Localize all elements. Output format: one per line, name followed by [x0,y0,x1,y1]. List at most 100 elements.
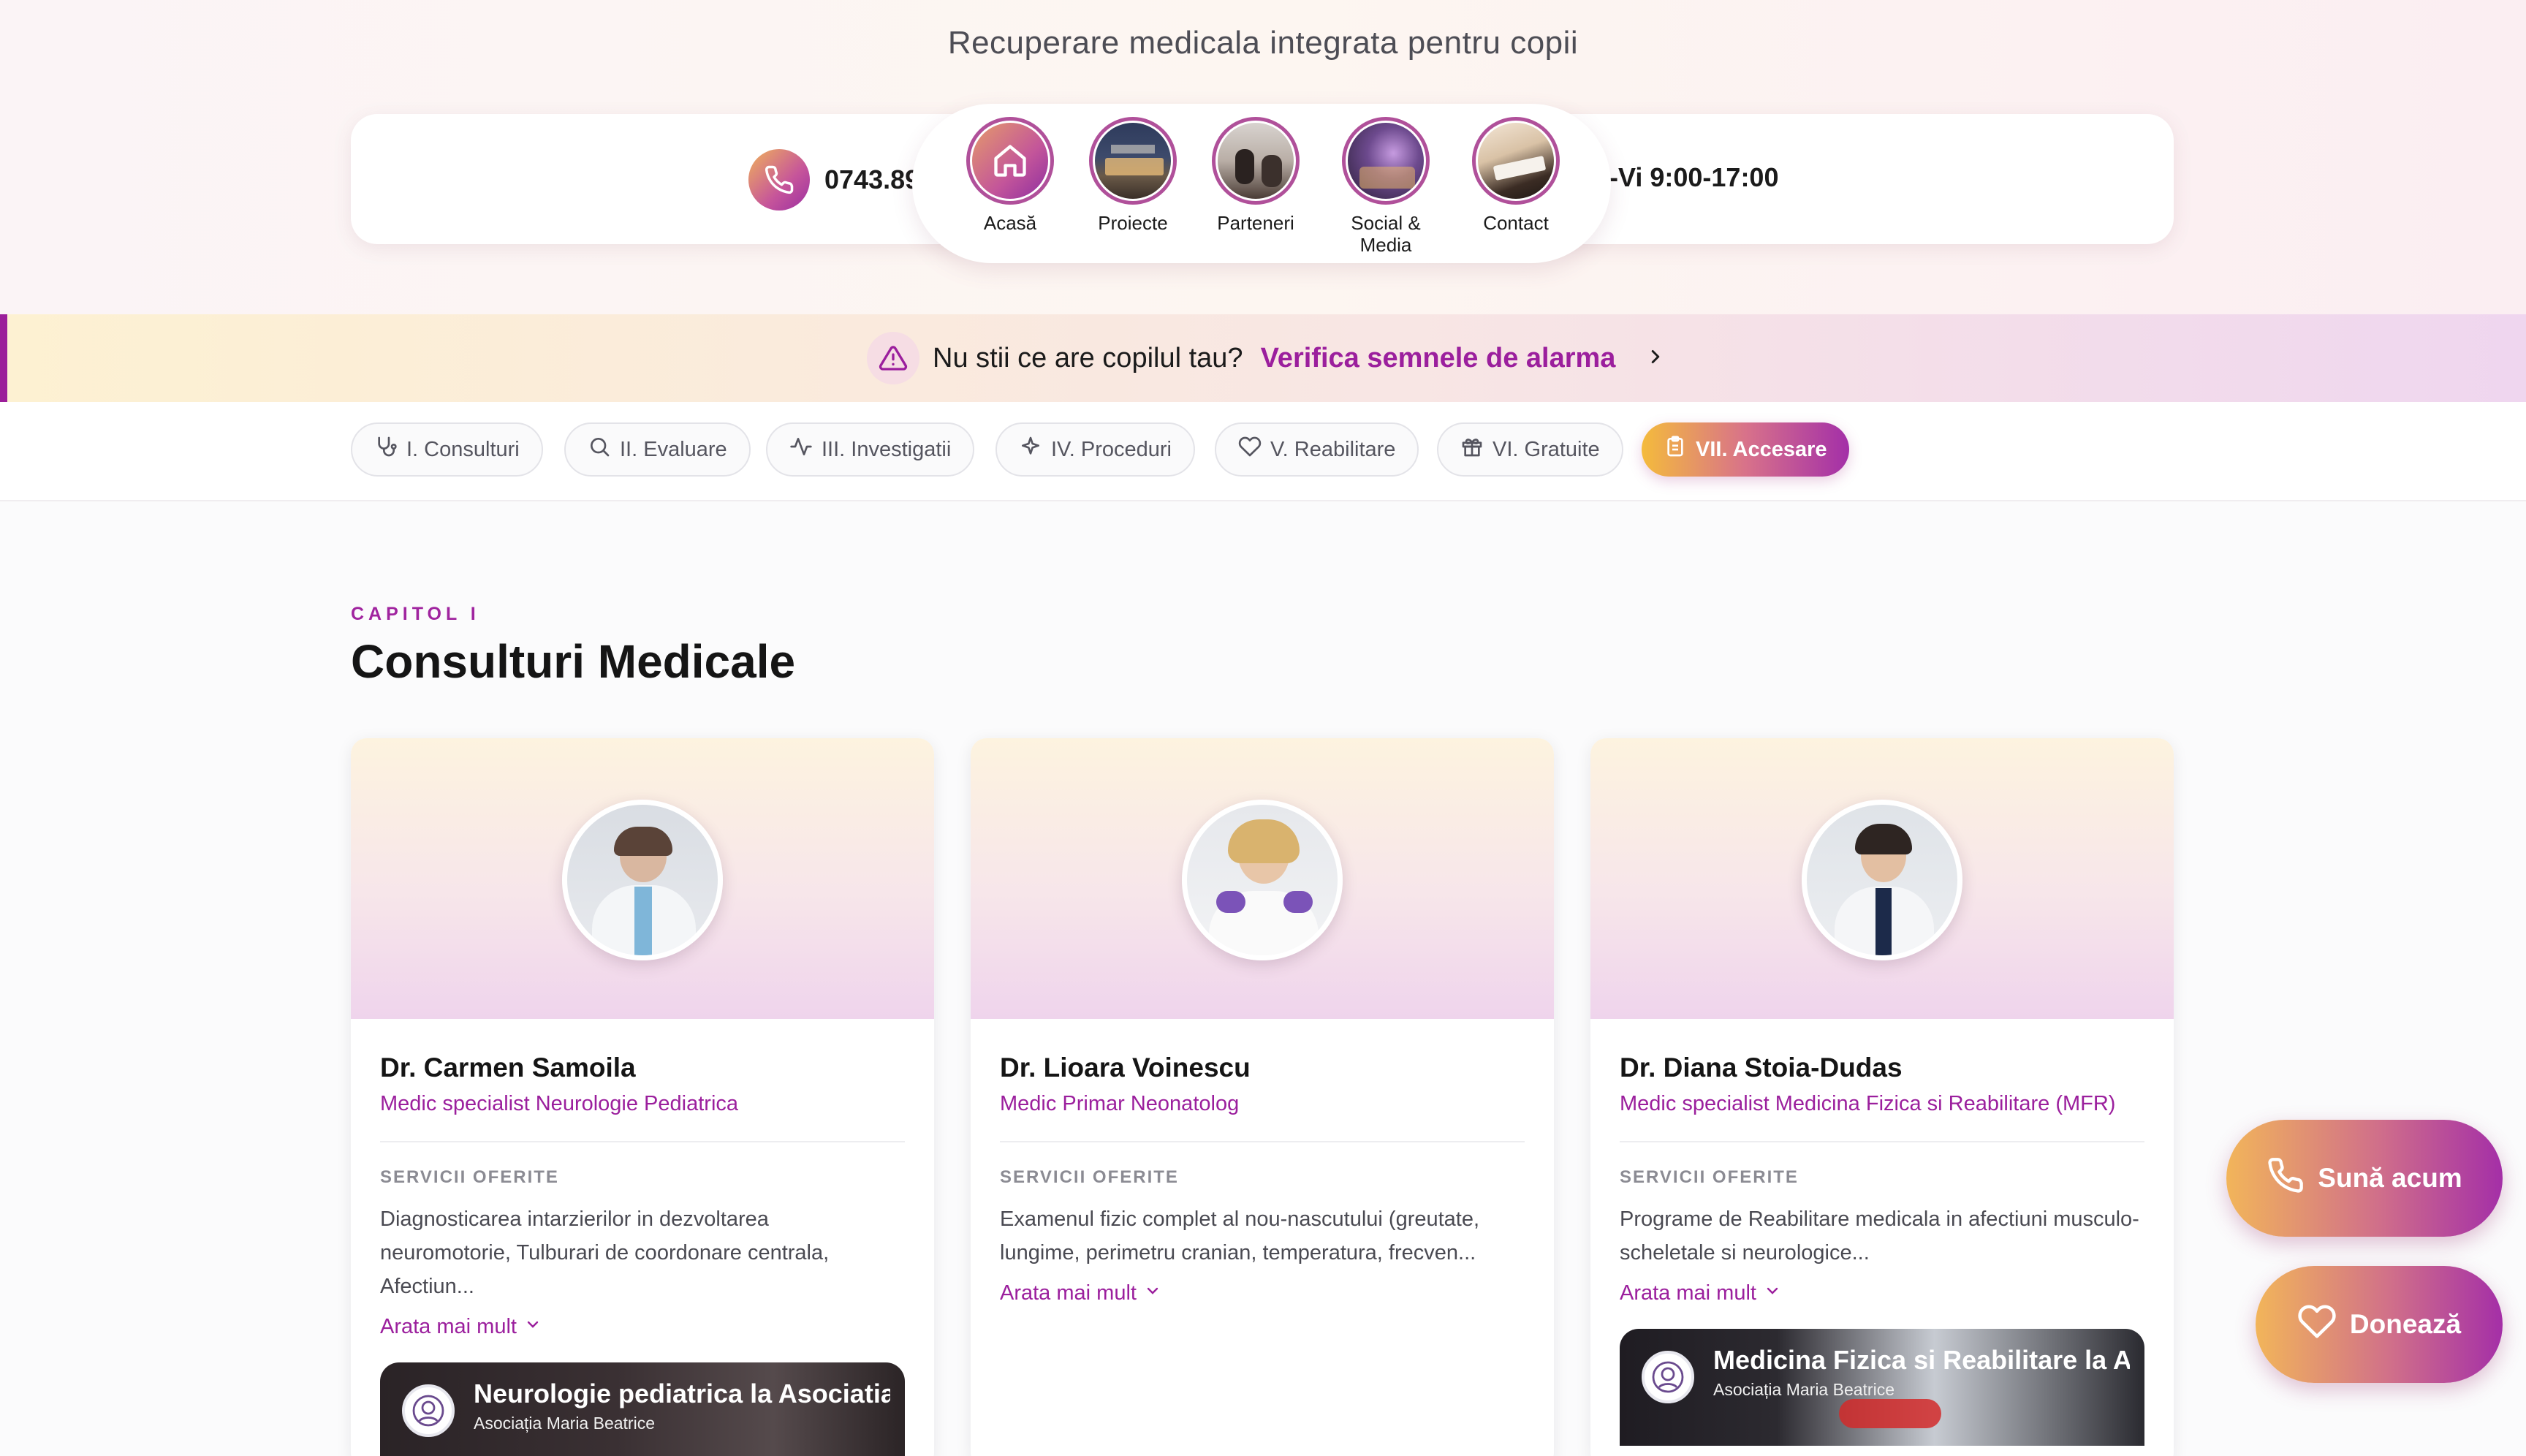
phone-contact[interactable]: 0743.89 [748,149,919,211]
nav-home[interactable]: Acasă [952,117,1069,234]
channel-logo-icon [1642,1351,1694,1403]
video-embed[interactable]: Medicina Fizica si Reabilitare la Asoc A… [1620,1329,2144,1446]
tab-accesare-label: VII. Accesare [1696,437,1827,461]
sparkle-icon [1019,435,1042,464]
doctor-card-header [971,738,1554,1019]
desk-photo [1478,123,1554,199]
nav-social-media[interactable]: Social & Media [1327,117,1444,256]
phone-icon [748,149,810,211]
tab-evaluare[interactable]: II. Evaluare [564,422,751,477]
heart-icon [1238,435,1262,464]
doctor-name: Dr. Lioara Voinescu [1000,1053,1251,1082]
chevron-down-icon [524,1315,542,1339]
tab-consulturi-label: I. Consulturi [406,437,520,461]
tab-proceduri[interactable]: IV. Proceduri [995,422,1195,477]
donate-button[interactable]: Donează [2256,1266,2503,1383]
tab-consulturi[interactable]: I. Consulturi [351,422,543,477]
nav-social-thumb [1342,117,1430,205]
services-label: SERVICII OFERITE [1000,1167,1179,1187]
doctor-avatar [1802,800,1962,960]
services-text: Diagnosticarea intarzierilor in dezvolta… [380,1207,830,1298]
tab-gratuite-label: VI. Gratuite [1493,437,1600,461]
doctor-avatar [562,800,723,960]
tab-reabilitare[interactable]: V. Reabilitare [1215,422,1419,477]
tab-investigatii-label: III. Investigatii [822,437,952,461]
doctor-avatar [1182,800,1343,960]
home-icon [972,123,1048,199]
tab-investigatii[interactable]: III. Investigatii [766,422,975,477]
doctor-specialty: Medic specialist Neurologie Pediatrica [380,1092,739,1115]
doctor-name: Dr. Diana Stoia-Dudas [1620,1053,1903,1082]
nav-contact-thumb [1472,117,1560,205]
alarm-link[interactable]: Verifica semnele de alarma [1261,343,1616,374]
tab-reabilitare-label: V. Reabilitare [1270,437,1396,461]
meeting-photo [1218,123,1294,199]
chapter-title: Consulturi Medicale [351,635,796,688]
site-tagline: Recuperare medicala integrata pentru cop… [947,25,1579,61]
phone-number: 0743.89 [824,164,920,194]
divider [380,1141,905,1142]
doctor-specialty: Medic Primar Neonatolog [1000,1092,1240,1115]
building-photo [1095,123,1171,199]
doctor-name: Dr. Carmen Samoila [380,1053,636,1082]
show-more-link[interactable]: Arata mai mult [1620,1281,2144,1305]
tab-evaluare-label: II. Evaluare [620,437,727,461]
clipboard-icon [1664,435,1687,464]
show-more-label: Arata mai mult [380,1315,517,1338]
nav-projects[interactable]: Proiecte [1074,117,1191,234]
video-channel: Asociația Maria Beatrice [474,1414,655,1433]
nav-partners[interactable]: Parteneri [1197,117,1314,234]
tab-accesare[interactable]: VII. Accesare [1642,422,1849,477]
call-now-button[interactable]: Sună acum [2226,1120,2503,1237]
chapter-kicker: CAPITOL I [351,604,480,624]
chevron-right-icon [1645,346,1666,371]
show-more-link[interactable]: Arata mai mult [380,1315,905,1339]
chevron-down-icon [1764,1281,1781,1305]
show-more-label: Arata mai mult [1000,1281,1137,1305]
services-label: SERVICII OFERITE [380,1167,559,1187]
phone-icon [2267,1156,2305,1201]
nav-contact[interactable]: Contact [1457,117,1574,234]
gift-icon [1460,435,1484,464]
nav-contact-label: Contact [1483,212,1549,234]
donate-label: Donează [2349,1309,2462,1339]
pulse-icon [789,435,813,464]
doctor-card: Dr. Diana Stoia-Dudas Medic specialist M… [1590,738,2174,1456]
services-text: Programe de Reabilitare medicala in afec… [1620,1207,2139,1264]
heart-icon [2297,1302,2337,1348]
video-channel: Asociația Maria Beatrice [1713,1380,1894,1399]
opening-hours: -Vi 9:00-17:00 [1609,162,1779,192]
nav-home-thumb [966,117,1054,205]
divider [1000,1141,1525,1142]
event-photo [1348,123,1424,199]
alarm-banner-content[interactable]: Nu stii ce are copilul tau? Verifica sem… [867,330,1666,386]
show-more-label: Arata mai mult [1620,1281,1756,1305]
chevron-down-icon [1144,1281,1161,1305]
doctor-card-header [1590,738,2174,1019]
divider [1620,1141,2144,1142]
stethoscope-icon [374,435,398,464]
services-label: SERVICII OFERITE [1620,1167,1799,1187]
video-embed[interactable]: Neurologie pediatrica la Asociatia M Aso… [380,1362,905,1456]
video-title: Medicina Fizica si Reabilitare la Asoc [1713,1345,2130,1375]
warning-icon [867,332,919,384]
channel-logo-icon [402,1384,455,1437]
doctor-card: Dr. Lioara Voinescu Medic Primar Neonato… [971,738,1554,1456]
doctor-card-header [351,738,934,1019]
video-title: Neurologie pediatrica la Asociatia M [474,1379,890,1408]
call-now-label: Sună acum [2318,1163,2462,1193]
nav-home-label: Acasă [983,212,1037,234]
nav-projects-thumb [1089,117,1177,205]
doctor-card: Dr. Carmen Samoila Medic specialist Neur… [351,738,934,1456]
search-icon [588,435,611,464]
show-more-link[interactable]: Arata mai mult [1000,1281,1525,1305]
nav-partners-label: Parteneri [1217,212,1294,234]
doctor-specialty: Medic specialist Medicina Fizica si Reab… [1620,1092,2116,1115]
nav-partners-thumb [1212,117,1300,205]
nav-social-label: Social & Media [1351,212,1421,256]
tab-gratuite[interactable]: VI. Gratuite [1437,422,1623,477]
nav-projects-label: Proiecte [1098,212,1168,234]
tab-proceduri-label: IV. Proceduri [1051,437,1172,461]
alarm-question: Nu stii ce are copilul tau? [933,342,1243,374]
services-text: Examenul fizic complet al nou-nascutului… [1000,1207,1480,1264]
